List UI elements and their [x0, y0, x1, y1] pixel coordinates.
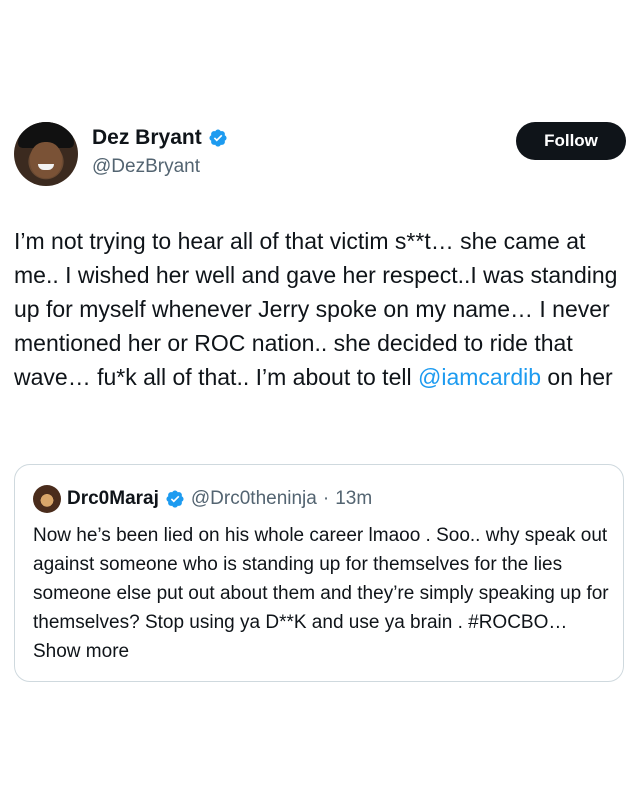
author-name-row: Dez Bryant [92, 126, 228, 150]
follow-button[interactable]: Follow [516, 122, 626, 160]
author-handle[interactable]: @DezBryant [92, 156, 200, 178]
mention-link[interactable]: @iamcardib [418, 364, 541, 390]
verified-badge-icon [209, 129, 227, 147]
quoted-author-avatar [33, 485, 61, 513]
quoted-author-name: Drc0Maraj [67, 488, 159, 509]
quoted-author-handle: @Drc0theninja [190, 488, 317, 509]
author-avatar[interactable] [14, 122, 78, 186]
tweet-header: Dez Bryant @DezBryant Follow [14, 120, 626, 190]
show-more-link[interactable]: Show more [33, 641, 129, 662]
verified-badge-icon [166, 490, 184, 508]
tweet-text-part: on her [541, 364, 613, 390]
quoted-tweet-text: Now he’s been lied on his whole career l… [33, 521, 609, 666]
tweet-body: I’m not trying to hear all of that victi… [14, 224, 626, 394]
quoted-text-body: Now he’s been lied on his whole career l… [33, 525, 609, 633]
author-display-name[interactable]: Dez Bryant [92, 126, 202, 150]
separator-dot: · [322, 488, 330, 509]
quoted-timestamp: 13m [335, 488, 373, 509]
quoted-tweet[interactable]: Drc0Maraj @Drc0theninja · 13m Now he’s b… [14, 464, 624, 682]
avatar-face [30, 142, 62, 178]
quoted-tweet-header: Drc0Maraj @Drc0theninja · 13m [33, 485, 372, 513]
